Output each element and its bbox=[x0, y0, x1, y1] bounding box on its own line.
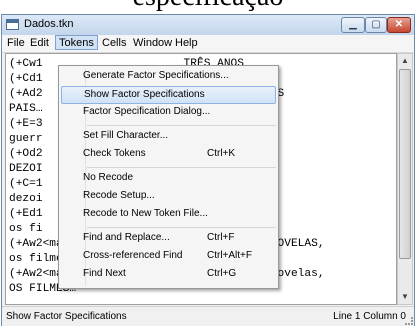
menu-cells[interactable]: Cells bbox=[100, 37, 128, 49]
menu-item-label: Check Tokens bbox=[83, 148, 146, 159]
menu-separator bbox=[87, 227, 276, 228]
scroll-down-arrow-icon[interactable]: ▼ bbox=[398, 290, 412, 304]
close-button[interactable]: ✕ bbox=[387, 17, 411, 33]
menu-item-shortcut: Ctrl+F bbox=[207, 232, 235, 243]
menu-item-label: Show Factor Specifications bbox=[84, 89, 205, 100]
minimize-button[interactable]: ▁ bbox=[341, 17, 365, 33]
menu-item-find-and-replace[interactable]: Find and Replace... Ctrl+F bbox=[61, 230, 276, 248]
menu-item-label: Recode to New Token File... bbox=[83, 208, 208, 219]
menu-help[interactable]: Help bbox=[173, 37, 200, 49]
tokens-menu: Generate Factor Specifications... Show F… bbox=[58, 65, 279, 289]
editor-line: PAIS… bbox=[9, 103, 43, 115]
scroll-up-arrow-icon[interactable]: ▲ bbox=[398, 54, 412, 68]
menu-item-generate-factor-specifications[interactable]: Generate Factor Specifications... bbox=[61, 68, 276, 86]
editor-line: dezoi bbox=[9, 193, 43, 205]
status-bar: Show Factor Specifications Line 1 Column… bbox=[2, 306, 414, 326]
menu-item-show-factor-specifications[interactable]: Show Factor Specifications bbox=[61, 86, 276, 104]
menu-tokens[interactable]: Tokens bbox=[55, 35, 98, 50]
menu-item-set-fill-character[interactable]: Set Fill Character... bbox=[61, 128, 276, 146]
menu-window[interactable]: Window bbox=[131, 37, 174, 49]
menu-item-label: No Recode bbox=[83, 172, 134, 183]
menu-separator bbox=[87, 125, 276, 126]
cursor-position: Line 1 Column 0 bbox=[333, 311, 406, 322]
maximize-button[interactable]: ▢ bbox=[365, 17, 387, 33]
menu-item-recode-to-new-token-file[interactable]: Recode to New Token File... bbox=[61, 206, 276, 224]
menu-item-check-tokens[interactable]: Check Tokens Ctrl+K bbox=[61, 146, 276, 164]
editor-line: os fi bbox=[9, 223, 43, 235]
menu-item-label: Generate Factor Specifications... bbox=[83, 70, 229, 81]
menu-item-find-next[interactable]: Find Next Ctrl+G bbox=[61, 266, 276, 284]
vertical-scrollbar[interactable]: ▲ ▼ bbox=[397, 53, 413, 305]
menu-item-label: Find and Replace... bbox=[83, 232, 170, 243]
title-bar[interactable]: Dados.tkn ▁ ▢ ✕ bbox=[2, 15, 414, 35]
menu-item-no-recode[interactable]: No Recode bbox=[61, 170, 276, 188]
status-message: Show Factor Specifications bbox=[6, 311, 127, 322]
menu-item-label: Recode Setup... bbox=[83, 190, 155, 201]
menu-item-factor-specification-dialog[interactable]: Factor Specification Dialog... bbox=[61, 104, 276, 122]
menu-bar: File Edit Tokens Cells Window Help bbox=[2, 35, 414, 53]
menu-item-cross-referenced-find[interactable]: Cross-referenced Find Ctrl+Alt+F bbox=[61, 248, 276, 266]
window-title: Dados.tkn bbox=[24, 18, 74, 30]
menu-item-label: Set Fill Character... bbox=[83, 130, 169, 141]
menu-separator bbox=[87, 167, 276, 168]
menu-item-label: Factor Specification Dialog... bbox=[83, 106, 211, 117]
menu-edit[interactable]: Edit bbox=[28, 37, 51, 49]
menu-item-shortcut: Ctrl+G bbox=[207, 268, 237, 279]
editor-line: DEZOI bbox=[9, 163, 43, 175]
background-caption: especificação bbox=[0, 0, 416, 14]
menu-item-label: Find Next bbox=[83, 268, 126, 279]
menu-item-label: Cross-referenced Find bbox=[83, 250, 183, 261]
app-window: Dados.tkn ▁ ▢ ✕ File Edit Tokens Cells W… bbox=[1, 14, 415, 326]
scrollbar-thumb[interactable] bbox=[399, 69, 411, 259]
menu-item-shortcut: Ctrl+K bbox=[207, 148, 236, 159]
menu-item-recode-setup[interactable]: Recode Setup... bbox=[61, 188, 276, 206]
resize-grip-icon[interactable] bbox=[405, 317, 413, 325]
menu-file[interactable]: File bbox=[5, 37, 27, 49]
menu-item-shortcut: Ctrl+Alt+F bbox=[207, 250, 253, 261]
app-window-icon bbox=[6, 19, 19, 30]
